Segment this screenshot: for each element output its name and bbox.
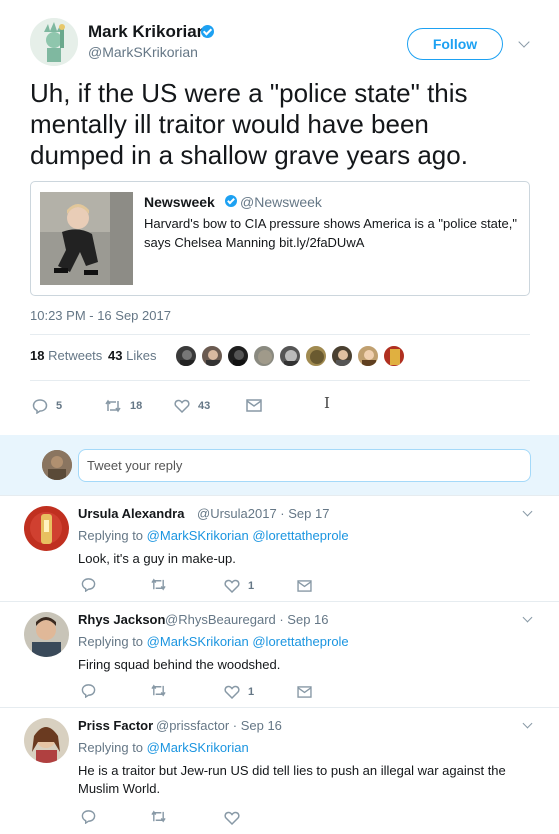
retweet-icon — [151, 684, 166, 697]
retweets-label: Retweets — [48, 348, 103, 363]
likes-count: 43 — [108, 348, 123, 363]
liker-avatar[interactable] — [201, 345, 223, 367]
reply-button[interactable] — [81, 683, 96, 698]
retweet-icon — [105, 399, 121, 413]
replying-to-label: Replying to — [78, 634, 144, 649]
tweet-text: Uh, if the US were a "police state" this… — [30, 78, 468, 170]
reply-avatar[interactable] — [24, 718, 69, 763]
replying-to-label: Replying to — [78, 528, 144, 543]
like-count: 43 — [198, 399, 211, 412]
like-count: 1 — [248, 579, 255, 592]
message-button[interactable] — [297, 686, 312, 698]
liker-avatar[interactable] — [253, 345, 275, 367]
verified-badge-icon — [225, 195, 237, 207]
like-icon — [174, 399, 190, 413]
like-count: 1 — [248, 685, 255, 698]
retweet-button[interactable] — [150, 577, 167, 592]
like-icon — [224, 685, 240, 699]
liker-avatar[interactable] — [175, 345, 197, 367]
quoted-author-name[interactable]: Newsweek — [144, 194, 215, 210]
chevron-down-icon[interactable] — [518, 36, 530, 48]
reply-button[interactable] — [81, 809, 96, 824]
mention-link[interactable]: @lorettatheprole — [252, 634, 348, 649]
reply-text: Firing squad behind the woodshed. — [78, 657, 281, 672]
message-button[interactable] — [297, 580, 312, 592]
retweet-button[interactable] — [150, 683, 167, 698]
tweet-timestamp[interactable]: 10:23 PM - 16 Sep 2017 — [30, 308, 171, 323]
mention-link[interactable]: @MarkSKrikorian — [147, 528, 249, 543]
reply-tweet[interactable]: Rhys Jackson @RhysBeauregard · Sep 16 Re… — [0, 601, 559, 707]
quoted-tweet-card[interactable]: Newsweek @Newsweek Harvard's bow to CIA … — [30, 181, 530, 296]
replying-to: Replying to @MarkSKrikorian @lorettathep… — [78, 528, 349, 543]
like-button[interactable]: 43 — [174, 398, 210, 413]
reply-text: He is a traitor but Jew-run US did tell … — [78, 763, 506, 796]
message-icon — [246, 399, 262, 412]
reply-author-meta[interactable]: @prissfactor · Sep 16 — [156, 718, 282, 733]
message-icon — [297, 686, 312, 698]
chevron-down-icon[interactable] — [522, 718, 533, 729]
like-icon — [224, 811, 240, 825]
liker-avatar[interactable] — [383, 345, 405, 367]
liker-avatar[interactable] — [305, 345, 327, 367]
text-cursor-icon: I — [324, 394, 330, 412]
author-name[interactable]: Mark Krikorian — [88, 22, 207, 42]
mention-link[interactable]: @MarkSKrikorian — [147, 634, 249, 649]
mention-link[interactable]: @MarkSKrikorian — [147, 740, 249, 755]
reply-input[interactable] — [78, 449, 531, 482]
reply-button[interactable] — [81, 577, 96, 592]
reply-avatar[interactable] — [24, 612, 69, 657]
reply-composer — [0, 435, 559, 495]
quoted-author-handle[interactable]: @Newsweek — [240, 194, 322, 210]
replying-to: Replying to @MarkSKrikorian — [78, 740, 249, 755]
mention-link[interactable]: @lorettatheprole — [252, 528, 348, 543]
retweet-button[interactable]: 18 — [104, 398, 142, 414]
author-handle[interactable]: @MarkSKrikorian — [88, 44, 198, 60]
reply-count: 5 — [56, 400, 63, 412]
current-user-avatar — [42, 450, 72, 480]
reply-button[interactable]: 5 — [32, 398, 62, 414]
message-button[interactable] — [246, 399, 262, 412]
author-avatar[interactable] — [30, 18, 78, 66]
likes-stat[interactable]: 43 Likes — [108, 348, 156, 363]
reply-icon — [32, 399, 48, 414]
retweets-stat[interactable]: 18 Retweets — [30, 348, 102, 363]
reply-author-name[interactable]: Ursula Alexandra — [78, 506, 184, 521]
reply-author-name[interactable]: Priss Factor — [78, 718, 153, 733]
reply-author-name[interactable]: Rhys Jackson — [78, 612, 165, 627]
liker-avatar[interactable] — [357, 345, 379, 367]
reply-tweet[interactable]: Priss Factor @prissfactor · Sep 16 Reply… — [0, 707, 559, 834]
reply-icon — [81, 810, 96, 824]
divider — [30, 380, 530, 381]
like-button[interactable] — [224, 810, 240, 825]
chevron-down-icon[interactable] — [522, 506, 533, 517]
reply-author-meta[interactable]: @RhysBeauregard · Sep 16 — [165, 612, 329, 627]
like-button[interactable]: 1 — [224, 684, 254, 699]
reply-avatar[interactable] — [24, 506, 69, 551]
liker-avatar[interactable] — [279, 345, 301, 367]
reply-icon — [81, 578, 96, 592]
liker-avatar[interactable] — [227, 345, 249, 367]
replying-to-label: Replying to — [78, 740, 144, 755]
retweet-button[interactable] — [150, 809, 167, 824]
replying-to: Replying to @MarkSKrikorian @lorettathep… — [78, 634, 349, 649]
reply-icon — [81, 684, 96, 698]
liker-avatar[interactable] — [331, 345, 353, 367]
retweet-icon — [151, 578, 166, 591]
reply-text: Look, it's a guy in make-up. — [78, 551, 236, 566]
chevron-down-icon[interactable] — [522, 612, 533, 623]
likes-label: Likes — [126, 348, 157, 363]
reply-tweet[interactable]: Ursula Alexandra @Ursula2017 · Sep 17 Re… — [0, 495, 559, 601]
message-icon — [297, 580, 312, 592]
like-button[interactable]: 1 — [224, 578, 254, 593]
divider — [30, 334, 530, 335]
like-icon — [224, 579, 240, 593]
verified-badge-icon — [201, 25, 214, 38]
retweet-icon — [151, 810, 166, 823]
quoted-tweet-image — [40, 192, 133, 285]
quoted-tweet-text: Harvard's bow to CIA pressure shows Amer… — [144, 216, 517, 250]
reply-author-meta[interactable]: @Ursula2017 · Sep 17 — [197, 506, 329, 521]
follow-button[interactable]: Follow — [407, 28, 503, 60]
retweet-count: 18 — [130, 400, 143, 412]
retweets-count: 18 — [30, 348, 45, 363]
